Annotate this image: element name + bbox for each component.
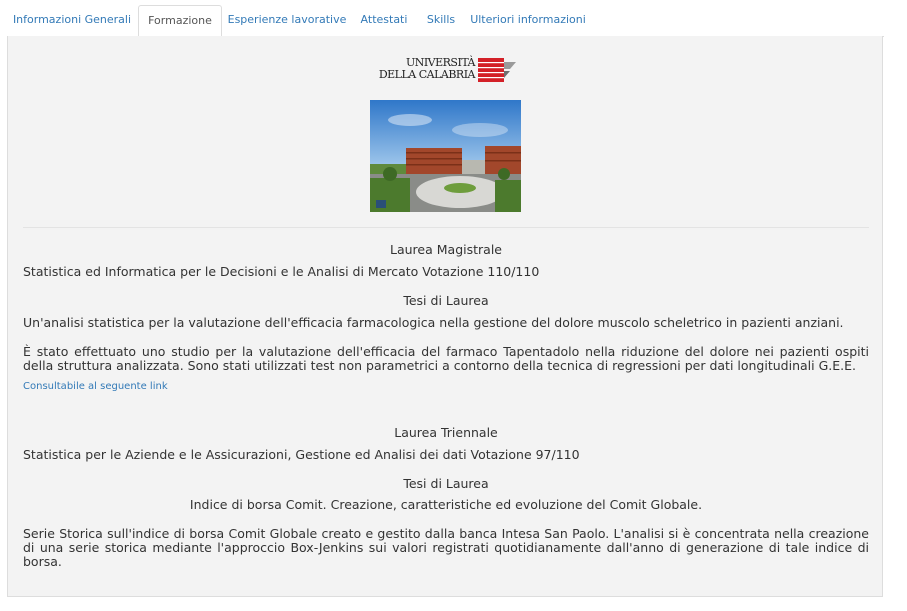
thesis-link[interactable]: Consultabile al seguente link: [23, 381, 168, 392]
laurea-magistrale-course: Statistica ed Informatica per le Decisio…: [23, 264, 540, 279]
tab-esperienze-lavorative[interactable]: Esperienze lavorative: [226, 5, 348, 35]
logo-line2: DELLA CALABRIA: [378, 68, 476, 81]
logo-mark-icon: [478, 58, 516, 82]
campus-photo: [370, 100, 521, 212]
laurea-triennale-thesis-title: Indice di borsa Comit. Creazione, caratt…: [189, 497, 703, 512]
laurea-triennale-thesis-heading: Tesi di Laurea: [403, 476, 489, 491]
laurea-triennale-description: Serie Storica sull'indice di borsa Comit…: [23, 526, 869, 569]
tab-formazione[interactable]: Formazione: [138, 5, 222, 37]
logo-wordmark: UNIVERSITÀ DELLA CALABRIA: [371, 57, 476, 81]
laurea-magistrale-heading: Laurea Magistrale: [390, 242, 502, 257]
laurea-magistrale-thesis-heading: Tesi di Laurea: [403, 293, 489, 308]
tab-bar: Informazioni Generali Formazione Esperie…: [7, 0, 884, 37]
laurea-magistrale-thesis-title: Un'analisi statistica per la valutazione…: [23, 315, 844, 330]
laurea-triennale-course: Statistica per le Aziende e le Assicuraz…: [23, 447, 580, 462]
tab-skills[interactable]: Skills: [420, 5, 462, 35]
tab-attestati[interactable]: Attestati: [354, 5, 414, 35]
laurea-magistrale-description: È stato effettuato uno studio per la val…: [23, 344, 869, 373]
tab-informazioni-generali[interactable]: Informazioni Generali: [7, 5, 137, 35]
laurea-triennale-heading: Laurea Triennale: [394, 425, 498, 440]
university-logo: UNIVERSITÀ DELLA CALABRIA: [371, 56, 521, 86]
tab-ulteriori-informazioni[interactable]: Ulteriori informazioni: [470, 5, 586, 35]
section-divider: [23, 227, 869, 228]
formazione-panel: UNIVERSITÀ DELLA CALABRIA Laurea Magistr…: [7, 36, 883, 597]
